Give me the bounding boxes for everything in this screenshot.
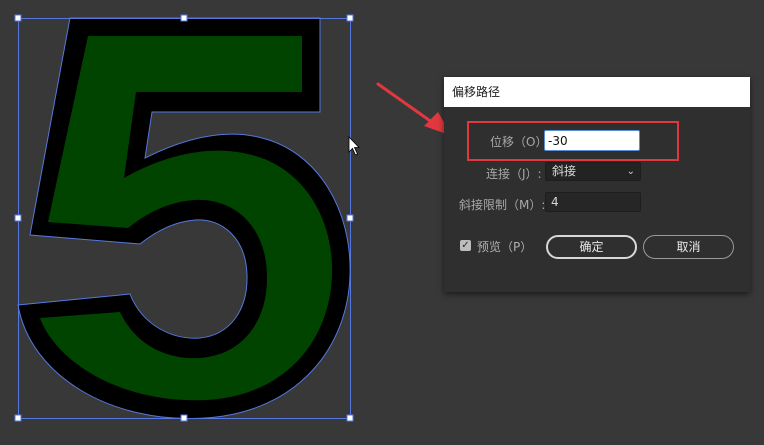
handle-bottom-left[interactable] [14,414,22,422]
annotation-arrow-icon [376,82,452,136]
handle-top-left[interactable] [14,14,22,22]
ok-button[interactable]: 确定 [546,235,637,259]
cancel-button[interactable]: 取消 [643,235,734,259]
handle-middle-left[interactable] [14,214,22,222]
miter-limit-input[interactable] [545,192,641,212]
handle-bottom-middle[interactable] [180,414,188,422]
joins-select[interactable]: 斜接 ⌄ [545,162,641,181]
annotation-highlight-box [467,121,679,161]
handle-middle-right[interactable] [346,214,354,222]
miter-limit-label: 斜接限制（M）: [459,198,546,212]
offset-path-dialog: 偏移路径 位移（O）: 连接（J）: 斜接 ⌄ 斜接限制（M）: ✓ 预览（P）… [444,77,750,292]
dialog-title: 偏移路径 [444,77,750,107]
handle-top-middle[interactable] [180,14,188,22]
preview-checkbox[interactable]: ✓ [460,240,471,251]
handle-bottom-right[interactable] [346,414,354,422]
checkmark-icon: ✓ [461,240,470,251]
glyph-five[interactable] [17,17,351,419]
joins-label: 连接（J）: [486,167,542,181]
preview-label: 预览（P） [477,240,533,254]
chevron-down-icon: ⌄ [626,166,635,177]
joins-selected-value: 斜接 [552,164,577,178]
handle-top-right[interactable] [346,14,354,22]
